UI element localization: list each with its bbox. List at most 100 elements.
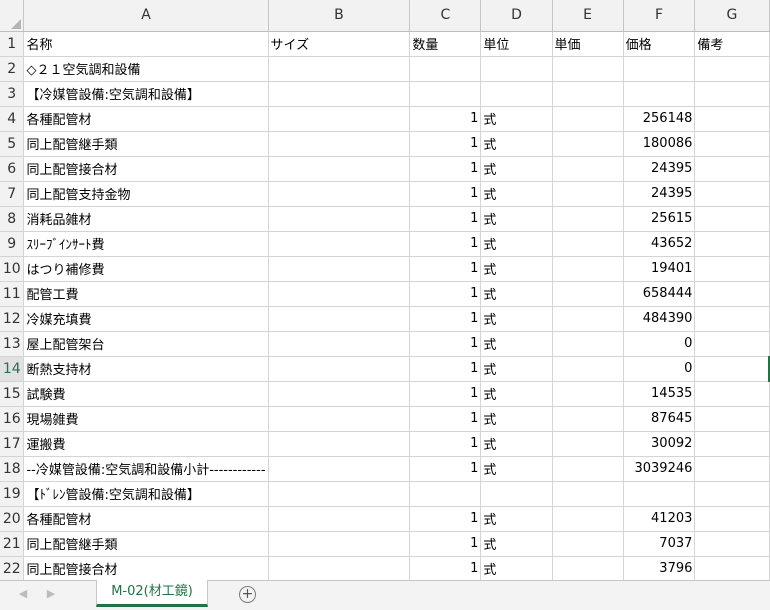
- row-header[interactable]: 1: [0, 31, 25, 57]
- cell[interactable]: 87645: [623, 406, 696, 432]
- cell[interactable]: 式: [480, 156, 553, 182]
- cell[interactable]: [694, 206, 770, 232]
- cell[interactable]: [694, 131, 770, 157]
- cell[interactable]: [694, 256, 770, 282]
- cell[interactable]: 各種配管材: [23, 106, 269, 132]
- cell[interactable]: 1: [409, 406, 482, 432]
- cell[interactable]: 3796: [623, 556, 696, 580]
- cell[interactable]: [694, 81, 770, 107]
- cell[interactable]: 1: [409, 531, 482, 557]
- cell-table[interactable]: ABCDEFG 1 名称 サイズ 数量 単位 単価 価格 備考 2 ◇２１空気調和設備 3 【冷媒管設…: [0, 0, 770, 580]
- cell[interactable]: 180086: [623, 131, 696, 157]
- cell[interactable]: [552, 456, 624, 482]
- cell[interactable]: [694, 331, 770, 357]
- row-header[interactable]: 13: [0, 331, 25, 357]
- cell[interactable]: [694, 356, 770, 382]
- cell[interactable]: [552, 156, 624, 182]
- cell[interactable]: 484390: [623, 306, 696, 332]
- cell[interactable]: [268, 556, 411, 580]
- cell[interactable]: [552, 281, 624, 307]
- cell[interactable]: [552, 431, 624, 457]
- cell[interactable]: [623, 56, 696, 82]
- cell[interactable]: [268, 156, 411, 182]
- cell[interactable]: [694, 306, 770, 332]
- cell[interactable]: [409, 481, 482, 507]
- column-header[interactable]: F: [623, 0, 696, 32]
- cell[interactable]: 単位: [480, 31, 553, 57]
- row-header[interactable]: 2: [0, 56, 25, 82]
- row-header[interactable]: 6: [0, 156, 25, 182]
- cell[interactable]: 運搬費: [23, 431, 269, 457]
- cell[interactable]: [694, 481, 770, 507]
- cell[interactable]: [552, 506, 624, 532]
- cell[interactable]: 1: [409, 556, 482, 580]
- cell[interactable]: 単価: [552, 31, 624, 57]
- column-header[interactable]: G: [694, 0, 770, 32]
- cell[interactable]: [268, 481, 411, 507]
- row-header[interactable]: 8: [0, 206, 25, 232]
- column-header[interactable]: B: [268, 0, 411, 32]
- cell[interactable]: [694, 406, 770, 432]
- cell[interactable]: [268, 231, 411, 257]
- cell[interactable]: 冷媒充填費: [23, 306, 269, 332]
- cell[interactable]: はつり補修費: [23, 256, 269, 282]
- row-header[interactable]: 5: [0, 131, 25, 157]
- triangle-right-icon[interactable]: ▶: [44, 587, 58, 600]
- cell[interactable]: [268, 81, 411, 107]
- cell[interactable]: [268, 506, 411, 532]
- cell[interactable]: 1: [409, 181, 482, 207]
- row-header[interactable]: 9: [0, 231, 25, 257]
- cell[interactable]: 1: [409, 281, 482, 307]
- cell[interactable]: [552, 206, 624, 232]
- cell[interactable]: ◇２１空気調和設備: [23, 56, 269, 82]
- cell[interactable]: 試験費: [23, 381, 269, 407]
- cell[interactable]: 同上配管継手類: [23, 131, 269, 157]
- cell[interactable]: [694, 156, 770, 182]
- cell[interactable]: [552, 256, 624, 282]
- cell[interactable]: [480, 481, 553, 507]
- worksheet-grid[interactable]: ABCDEFG 1 名称 サイズ 数量 単位 単価 価格 備考 2 ◇２１空気調和設備 3 【冷媒管設…: [0, 0, 770, 580]
- cell[interactable]: [552, 81, 624, 107]
- cell[interactable]: 25615: [623, 206, 696, 232]
- cell[interactable]: 同上配管接合材: [23, 556, 269, 580]
- cell[interactable]: 式: [480, 456, 553, 482]
- cell[interactable]: 数量: [409, 31, 482, 57]
- cell[interactable]: 式: [480, 206, 553, 232]
- cell[interactable]: 0: [623, 356, 696, 382]
- cell[interactable]: [268, 356, 411, 382]
- cell[interactable]: [552, 106, 624, 132]
- cell[interactable]: [268, 106, 411, 132]
- cell[interactable]: 658444: [623, 281, 696, 307]
- cell[interactable]: 256148: [623, 106, 696, 132]
- cell[interactable]: [409, 56, 482, 82]
- triangle-left-icon[interactable]: ◀: [16, 587, 30, 600]
- cell[interactable]: 1: [409, 356, 482, 382]
- cell[interactable]: 41203: [623, 506, 696, 532]
- cell[interactable]: [623, 81, 696, 107]
- cell[interactable]: 式: [480, 406, 553, 432]
- cell[interactable]: 式: [480, 356, 553, 382]
- cell[interactable]: 1: [409, 381, 482, 407]
- row-header[interactable]: 7: [0, 181, 25, 207]
- cell[interactable]: [552, 131, 624, 157]
- cell[interactable]: [694, 106, 770, 132]
- cell[interactable]: [552, 231, 624, 257]
- cell[interactable]: 各種配管材: [23, 506, 269, 532]
- cell[interactable]: 【冷媒管設備:空気調和設備】: [23, 81, 269, 107]
- cell[interactable]: [268, 56, 411, 82]
- cell[interactable]: [694, 556, 770, 580]
- cell[interactable]: 備考: [694, 31, 770, 57]
- cell[interactable]: [552, 481, 624, 507]
- cell[interactable]: [694, 531, 770, 557]
- cell[interactable]: 1: [409, 456, 482, 482]
- cell[interactable]: [694, 56, 770, 82]
- cell[interactable]: 名称: [23, 31, 269, 57]
- cell[interactable]: 式: [480, 331, 553, 357]
- cell[interactable]: [268, 306, 411, 332]
- cell[interactable]: [694, 181, 770, 207]
- cell[interactable]: 30092: [623, 431, 696, 457]
- cell[interactable]: 同上配管接合材: [23, 156, 269, 182]
- cell[interactable]: 14535: [623, 381, 696, 407]
- cell[interactable]: [552, 381, 624, 407]
- select-all-corner[interactable]: [0, 0, 25, 32]
